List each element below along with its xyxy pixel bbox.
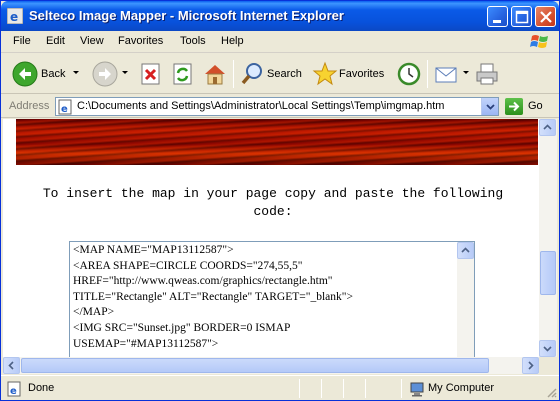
svg-text:e: e [10,386,17,397]
go-button-label[interactable]: Go [528,100,543,112]
browser-window: e Selteco Image Mapper - Microsoft Inter… [0,0,560,401]
menu-file[interactable]: File [13,35,31,47]
svg-text:e: e [61,104,68,115]
scrollbar-corner [539,357,557,374]
code-line: </MAP> [73,306,115,319]
code-line: USEMAP="#MAP13112587"> [73,337,219,350]
go-arrow-icon [509,101,520,112]
vertical-scroll-thumb[interactable] [540,251,556,295]
horizontal-scrollbar[interactable] [3,357,539,374]
scroll-down-button[interactable] [539,340,556,357]
status-divider [299,379,300,398]
code-vertical-scrollbar[interactable] [457,242,474,357]
back-icon[interactable] [11,60,39,88]
code-text[interactable]: <MAP NAME="MAP13112587"> <AREA SHAPE=CIRC… [73,243,353,352]
code-textarea[interactable]: <MAP NAME="MAP13112587"> <AREA SHAPE=CIRC… [69,241,475,357]
chevron-right-icon [528,361,534,370]
address-dropdown-button[interactable] [481,98,498,115]
forward-dropdown-icon[interactable] [122,71,128,74]
code-line: <AREA SHAPE=CIRCLE COORDS="274,55,5" [73,259,303,272]
refresh-icon[interactable] [171,60,195,88]
chevron-left-icon [8,361,14,370]
mail-dropdown-icon[interactable] [463,71,469,74]
address-label: Address [9,100,50,112]
search-icon[interactable] [239,60,267,88]
history-icon[interactable] [395,60,423,88]
print-icon[interactable] [473,60,501,88]
code-line: <IMG SRC="Sunset.jpg" BORDER=0 ISMAP [73,321,291,334]
chevron-up-icon [461,247,470,253]
address-input[interactable]: e C:\Documents and Settings\Administrato… [55,97,499,116]
favorites-icon[interactable] [311,60,339,88]
chevron-up-icon [543,124,552,130]
status-divider [365,379,366,398]
minimize-icon [493,20,501,23]
sunset-image [16,119,538,165]
minimize-button[interactable] [487,6,508,27]
scroll-right-button[interactable] [522,357,539,374]
code-scroll-up-button[interactable] [457,242,474,259]
address-value[interactable]: C:\Documents and Settings\Administrator\… [77,100,444,112]
status-divider [343,379,344,398]
window-title: Selteco Image Mapper - Microsoft Interne… [29,8,344,23]
mail-icon[interactable] [433,60,461,88]
close-icon [540,11,552,23]
close-button[interactable] [535,6,556,27]
back-button-label[interactable]: Back [41,68,65,80]
status-bar: e Done My Computer [1,375,559,400]
toolbar-separator [427,60,428,88]
ie-icon: e [7,8,23,24]
page-done-icon: e [7,381,21,397]
vertical-scrollbar[interactable] [539,119,557,357]
menu-help[interactable]: Help [221,35,244,47]
menu-bar: File Edit View Favorites Tools Help [1,31,559,53]
address-bar: Address e C:\Documents and Settings\Admi… [1,95,559,118]
chevron-down-icon [486,104,495,110]
code-line: HREF="http://www.qweas.com/graphics/rect… [73,275,333,288]
home-icon[interactable] [201,60,229,88]
toolbar: Back Search Favorites [1,54,559,94]
maximize-icon [515,10,529,24]
menu-favorites[interactable]: Favorites [118,35,163,47]
menu-edit[interactable]: Edit [46,35,65,47]
windows-logo-icon [530,35,548,48]
code-line: TITLE="Rectangle" ALT="Rectangle" TARGET… [73,290,353,303]
horizontal-scroll-thumb[interactable] [21,358,489,373]
status-divider [321,379,322,398]
my-computer-icon [410,382,424,397]
menu-tools[interactable]: Tools [180,35,206,47]
toolbar-separator [233,60,234,88]
menu-view[interactable]: View [80,35,104,47]
forward-icon[interactable] [91,60,119,88]
page-icon: e [58,99,72,115]
svg-text:e: e [10,10,18,24]
code-line: <MAP NAME="MAP13112587"> [73,244,234,256]
stop-icon[interactable] [139,60,163,88]
search-button-label[interactable]: Search [267,68,302,80]
page-content: To insert the map in your page copy and … [3,119,539,357]
scroll-left-button[interactable] [3,357,20,374]
chevron-down-icon [543,346,552,352]
scroll-up-button[interactable] [539,119,556,136]
status-divider [401,379,402,398]
maximize-button[interactable] [511,6,532,27]
instructions-text: To insert the map in your page copy and … [42,186,504,219]
security-zone-text: My Computer [428,382,495,394]
status-text: Done [28,382,55,394]
title-bar[interactable]: e Selteco Image Mapper - Microsoft Inter… [1,1,559,31]
back-dropdown-icon[interactable] [73,71,79,74]
go-button[interactable] [505,98,523,115]
resize-grip-icon[interactable] [545,386,557,398]
favorites-button-label[interactable]: Favorites [339,68,384,80]
